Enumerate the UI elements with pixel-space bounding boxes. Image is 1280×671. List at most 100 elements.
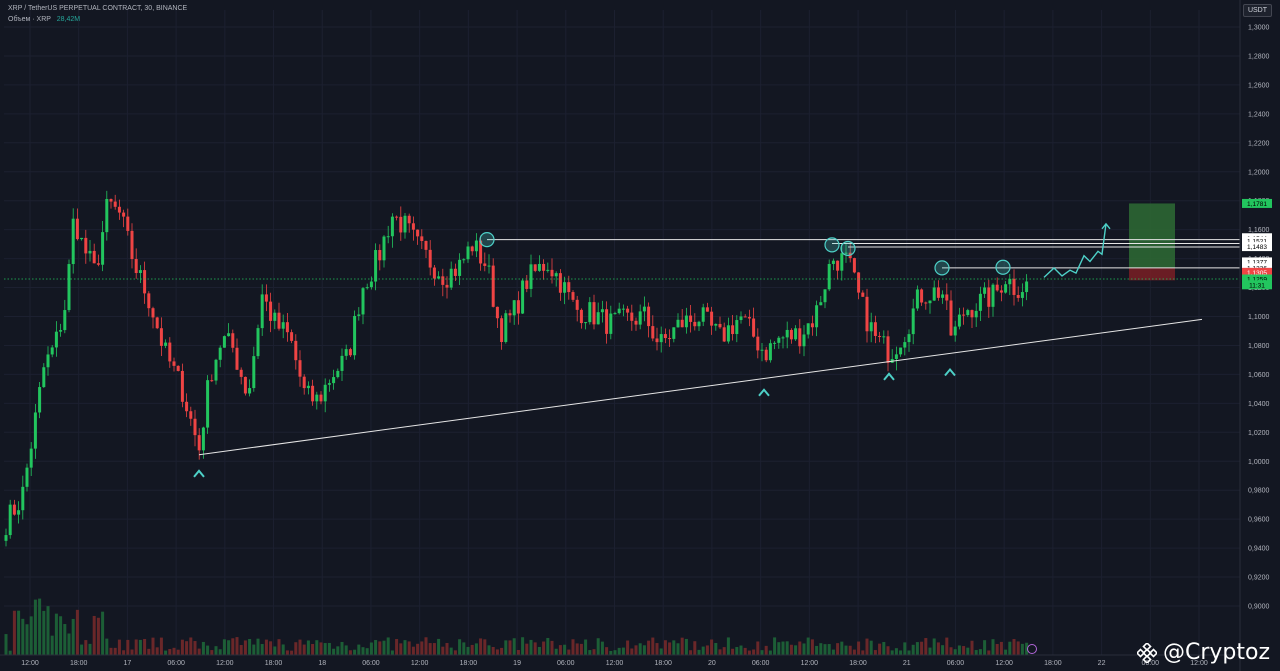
candle-body xyxy=(764,349,768,361)
y-tick-label: 0,9200 xyxy=(1248,575,1270,582)
x-tick-label: 19 xyxy=(513,660,521,667)
candle-body xyxy=(1004,284,1008,293)
y-tick-label: 0,9400 xyxy=(1248,546,1270,553)
volume-bar xyxy=(25,624,29,655)
volume-bar xyxy=(369,642,373,655)
volume-bar xyxy=(537,646,541,655)
volume-bar xyxy=(840,641,844,655)
candle-body xyxy=(487,265,491,267)
candle-body xyxy=(357,314,361,316)
volume-bar xyxy=(634,645,638,655)
candle-body xyxy=(542,263,546,271)
volume-bar xyxy=(794,645,798,655)
x-tick-label: 21 xyxy=(903,660,911,667)
candle-body xyxy=(164,342,168,346)
volume-bar xyxy=(374,640,378,655)
volume-bar xyxy=(21,618,25,655)
volume-bar xyxy=(50,635,54,655)
candle-body xyxy=(676,319,680,328)
volume-bar xyxy=(180,639,184,655)
candle-body xyxy=(504,313,508,342)
volume-bar xyxy=(802,643,806,655)
candle-body xyxy=(957,314,961,327)
touch-circle-marker[interactable] xyxy=(995,259,1011,275)
position-zone[interactable] xyxy=(1129,203,1175,281)
candle-body xyxy=(949,300,953,336)
candle-body xyxy=(878,335,882,337)
candle-body xyxy=(80,237,84,240)
volume-bar xyxy=(361,647,365,655)
candle-body xyxy=(529,264,533,289)
volume-bar xyxy=(235,637,239,655)
volume-bar xyxy=(453,650,457,655)
candle-body xyxy=(495,306,499,319)
candle-body xyxy=(147,293,151,309)
candle-body xyxy=(453,268,457,276)
volume-bar xyxy=(575,643,579,655)
take-profit-zone[interactable] xyxy=(1129,203,1175,268)
candle-body xyxy=(33,412,37,449)
candle-body xyxy=(920,289,924,303)
candle-body xyxy=(323,384,327,402)
candle-body xyxy=(273,312,277,321)
candle-body xyxy=(222,336,226,348)
volume-bar xyxy=(29,616,33,655)
touch-circle-marker[interactable] xyxy=(934,260,950,276)
volume-bar xyxy=(995,643,999,655)
candle-body xyxy=(810,323,814,328)
volume-bar xyxy=(424,637,428,655)
volume-bar xyxy=(504,640,508,655)
volume-bar xyxy=(907,650,911,655)
candle-body xyxy=(806,323,810,335)
touch-circle-marker[interactable] xyxy=(824,237,840,253)
y-tick-label: 1,2000 xyxy=(1248,169,1270,176)
candle-body xyxy=(17,510,21,515)
chart-background xyxy=(0,0,1280,671)
candle-body xyxy=(987,287,991,307)
candle-body xyxy=(563,282,567,293)
candle-body xyxy=(369,281,373,288)
volume-bar xyxy=(315,640,319,655)
candle-body xyxy=(210,380,214,382)
candle-body xyxy=(122,212,126,217)
candlestick-chart[interactable]: 1,30001,28001,26001,24001,22001,20001,18… xyxy=(0,0,1280,671)
symbol-title[interactable]: XRP / TetherUS PERPETUAL CONTRACT, 30, B… xyxy=(8,4,187,14)
volume-legend[interactable]: Объем · XRP 28,42M xyxy=(8,15,80,25)
volume-bar xyxy=(365,648,369,655)
volume-bar xyxy=(722,647,726,655)
candle-body xyxy=(760,349,764,351)
volume-bar xyxy=(516,649,520,655)
candle-body xyxy=(865,296,869,332)
x-tick-label: 06:00 xyxy=(752,660,770,667)
candle-body xyxy=(773,342,777,344)
volume-bar xyxy=(193,641,197,655)
candle-body xyxy=(668,338,672,340)
volume-bar xyxy=(445,643,449,655)
candle-body xyxy=(117,206,121,213)
volume-bar xyxy=(101,611,105,655)
currency-button[interactable]: USDT xyxy=(1242,4,1272,17)
candle-body xyxy=(441,276,445,285)
touch-circle-marker[interactable] xyxy=(479,232,495,248)
candle-body xyxy=(588,302,592,323)
stop-loss-zone[interactable] xyxy=(1129,267,1175,281)
volume-bar xyxy=(693,641,697,655)
volume-bar xyxy=(470,644,474,655)
candle-body xyxy=(567,282,571,293)
x-tick-label: 18:00 xyxy=(70,660,88,667)
volume-bar xyxy=(525,643,529,655)
candle-body xyxy=(235,347,239,370)
candle-body xyxy=(374,250,378,282)
candle-body xyxy=(1020,292,1024,298)
touch-circle-marker[interactable] xyxy=(840,240,856,257)
volume-bar xyxy=(579,643,583,655)
candle-body xyxy=(1025,281,1029,293)
candle-body xyxy=(382,236,386,261)
volume-bar xyxy=(46,606,50,655)
candle-body xyxy=(319,394,323,402)
volume-bar xyxy=(668,642,672,655)
candle-body xyxy=(714,323,718,326)
volume-bar xyxy=(277,639,281,655)
volume-bar xyxy=(218,649,222,655)
volume-bar xyxy=(554,648,558,655)
